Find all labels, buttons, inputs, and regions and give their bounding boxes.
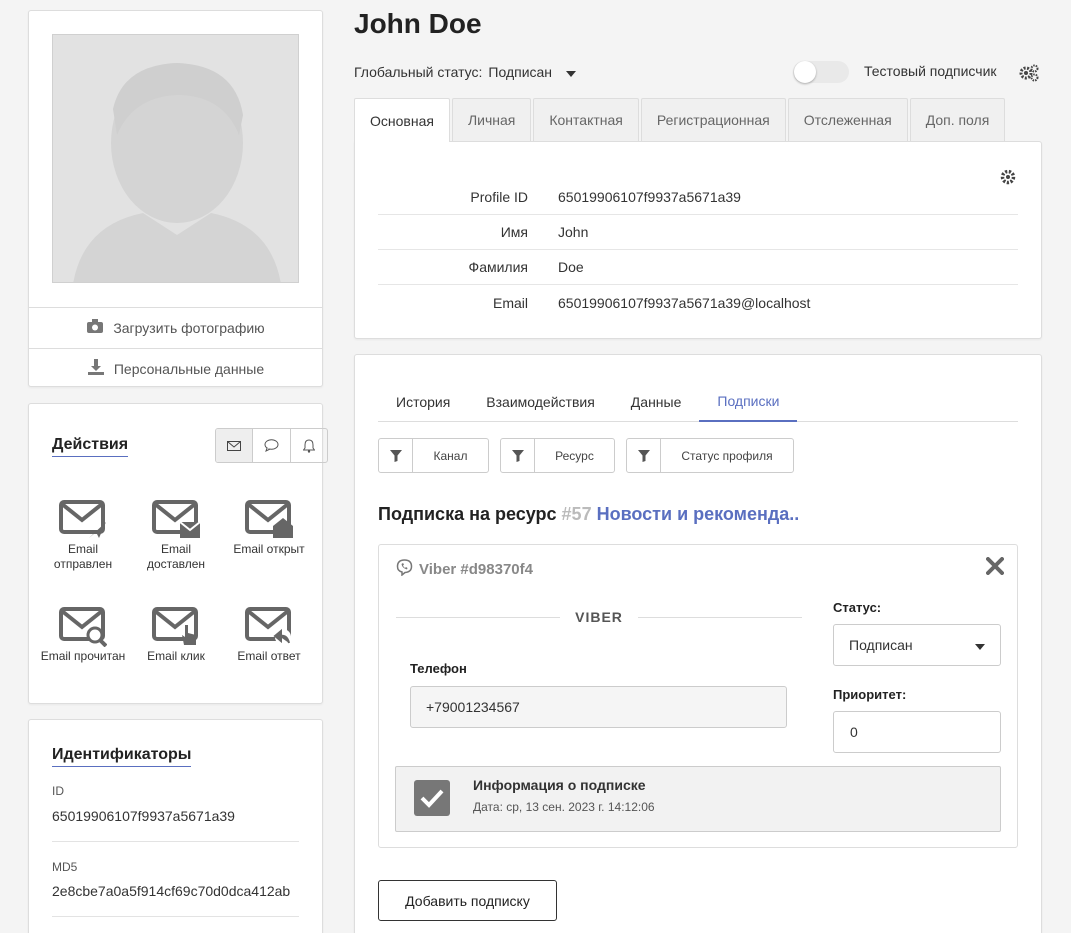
caret-down-icon (975, 637, 985, 653)
tab-interactions[interactable]: Взаимодействия (468, 382, 613, 422)
divider (52, 841, 299, 842)
priority-input[interactable]: 0 (833, 711, 1001, 753)
filter-channel[interactable]: Канал (378, 438, 489, 473)
upload-photo-label: Загрузить фотографию (113, 319, 265, 336)
viber-icon (396, 559, 413, 580)
upload-photo-button[interactable]: Загрузить фотографию (29, 307, 323, 347)
viber-divider-label: VIBER (575, 609, 623, 625)
identifier-label: MD5 (52, 860, 78, 874)
info-row-profile-id: Profile ID 65019906107f9937a5671a39 (378, 180, 1018, 215)
info-row-last-name: Фамилия Doe (378, 250, 1018, 285)
tab-personal[interactable]: Личная (451, 98, 532, 141)
action-email-click[interactable]: Email клик (132, 607, 220, 664)
filter-resource[interactable]: Ресурс (500, 438, 615, 473)
identifiers-card: Идентификаторы ID 65019906107f9937a5671a… (28, 719, 323, 933)
tab-tracked[interactable]: Отслеженная (787, 98, 908, 141)
info-row-email: Email 65019906107f9937a5671a39@localhost (492, 294, 811, 311)
tab-extra-fields[interactable]: Доп. поля (909, 98, 1006, 141)
email-reply-icon (225, 607, 313, 647)
action-email-read[interactable]: Email прочитан (39, 607, 127, 664)
global-status-label: Глобальный статус: (354, 64, 483, 80)
identifier-value: 2e8cbe7a0a5f914cf69c70d0dca412ab (52, 883, 291, 899)
tab-history[interactable]: История (378, 382, 468, 422)
status-label: Статус: (833, 600, 882, 615)
tab-main[interactable]: Основная (354, 98, 450, 142)
identifier-value: 65019906107f9937a5671a39 (52, 808, 235, 824)
subscription-heading: Подписка на ресурс #57 Новости и рекомен… (378, 504, 799, 525)
close-icon[interactable] (986, 557, 1004, 578)
global-status[interactable]: Глобальный статус: Подписан (354, 64, 577, 80)
tab-contact[interactable]: Контактная (533, 98, 639, 141)
personal-data-label: Персональные данные (113, 360, 265, 377)
action-email-sent[interactable]: Email отправлен (39, 500, 127, 572)
camera-icon (87, 319, 104, 336)
personal-data-button[interactable]: Персональные данные (29, 348, 323, 388)
email-delivered-icon (132, 500, 220, 540)
subscription-resource-link[interactable]: Новости и рекоменда.. (597, 504, 800, 525)
actions-title: Действия (52, 436, 129, 457)
subscription-info-title: Информация о подписке (473, 777, 646, 793)
test-subscriber-toggle[interactable] (793, 61, 849, 83)
filter-profile-status[interactable]: Статус профиля (626, 438, 794, 473)
info-row-first-name: Имя John (378, 215, 1018, 250)
subscription-channel-title: Viber #d98370f4 (396, 559, 533, 580)
subscription-info-box (395, 766, 1001, 832)
tab-data[interactable]: Данные (613, 382, 700, 422)
profile-card: Загрузить фотографию Персональные данные (28, 10, 323, 387)
phone-input[interactable]: +79001234567 (410, 686, 787, 728)
filter-icon (627, 439, 661, 472)
global-status-value: Подписан (488, 64, 553, 80)
add-subscription-button[interactable]: Добавить подписку (378, 880, 557, 921)
priority-label: Приоритет: (833, 687, 907, 702)
viber-divider: VIBER (396, 608, 803, 626)
profile-tabs: Основная Личная Контактная Регистрационн… (354, 98, 1006, 142)
email-read-icon (39, 607, 127, 647)
actions-card: Действия Email отправлен Email доставлен… (28, 403, 328, 704)
tab-subscriptions[interactable]: Подписки (699, 382, 798, 422)
action-email-opened[interactable]: Email открыт (225, 500, 313, 557)
filter-icon (379, 439, 413, 472)
email-opened-icon (225, 500, 313, 540)
tab-registration[interactable]: Регистрационная (640, 98, 786, 141)
status-select[interactable]: Подписан (833, 624, 1001, 666)
subscription-number: #57 (561, 504, 592, 524)
download-icon (87, 359, 104, 378)
chat-bubble-icon[interactable] (253, 429, 291, 462)
email-sent-icon (39, 500, 127, 540)
phone-label: Телефон (410, 661, 467, 676)
bell-icon[interactable] (291, 429, 327, 462)
action-email-reply[interactable]: Email ответ (225, 607, 313, 664)
page-title: John Doe (354, 8, 482, 39)
avatar (52, 34, 299, 283)
envelope-icon[interactable] (216, 429, 254, 462)
checkbox-checked-icon (414, 780, 450, 819)
caret-down-icon (566, 64, 577, 80)
sub-tabs: История Взаимодействия Данные Подписки (378, 382, 1018, 422)
test-subscriber-label: Тестовый подписчик (864, 63, 997, 79)
identifier-label: ID (52, 784, 64, 798)
email-click-icon (132, 607, 220, 647)
gears-icon[interactable] (1019, 64, 1039, 85)
divider (52, 916, 299, 917)
actions-channel-switcher (215, 428, 328, 463)
subscription-heading-title: Подписка на ресурс (378, 504, 557, 524)
subscription-info-date: Дата: ср, 13 сен. 2023 г. 14:12:06 (473, 800, 655, 814)
status-select-value: Подписан (849, 637, 913, 653)
action-email-delivered[interactable]: Email доставлен (132, 500, 220, 572)
identifiers-title: Идентификаторы (52, 746, 192, 767)
filter-icon (501, 439, 535, 472)
